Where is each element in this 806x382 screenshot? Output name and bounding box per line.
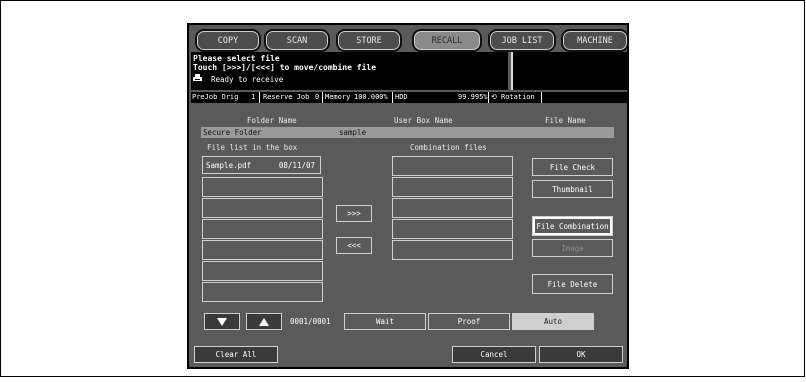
scroll-down-button[interactable] bbox=[204, 313, 240, 330]
tab-copy[interactable]: COPY bbox=[195, 29, 261, 52]
prejob-value: 1 bbox=[251, 93, 256, 101]
memory-label: Memory bbox=[325, 93, 351, 101]
ok-button[interactable]: OK bbox=[539, 346, 623, 363]
hdd-label: HDD bbox=[395, 93, 408, 101]
arrow-down-icon bbox=[217, 317, 227, 326]
file-date: 08/11/07 bbox=[278, 161, 315, 170]
combination-files-title: Combination files bbox=[410, 143, 487, 152]
move-right-button[interactable]: >>> bbox=[336, 205, 372, 222]
image-button[interactable]: Image bbox=[532, 239, 613, 257]
proof-button[interactable]: Proof bbox=[428, 313, 510, 330]
list-item[interactable] bbox=[202, 282, 323, 302]
auto-button[interactable]: Auto bbox=[512, 313, 594, 330]
file-delete-button[interactable]: File Delete bbox=[532, 274, 613, 294]
tab-job-list[interactable]: JOB LIST bbox=[488, 29, 556, 52]
combination-item[interactable] bbox=[392, 177, 513, 197]
tab-scan[interactable]: SCAN bbox=[264, 29, 330, 52]
file-name-value bbox=[464, 127, 614, 138]
reserve-label: Reserve Job bbox=[263, 93, 310, 101]
hdd-value: 99.995% bbox=[458, 93, 488, 101]
folder-name-header: Folder Name bbox=[247, 116, 297, 125]
list-item[interactable] bbox=[202, 198, 323, 218]
user-box-name-header: User Box Name bbox=[394, 116, 453, 125]
wait-button[interactable]: Wait bbox=[344, 313, 426, 330]
arrow-up-icon bbox=[259, 317, 269, 326]
receive-status: Ready to receive bbox=[211, 75, 284, 84]
message-line-1: Please select file bbox=[193, 54, 280, 63]
combination-item[interactable] bbox=[392, 156, 513, 176]
file-check-button[interactable]: File Check bbox=[532, 158, 613, 176]
list-item[interactable] bbox=[202, 219, 323, 239]
prejob-label: PreJob Orig bbox=[192, 93, 239, 101]
list-item[interactable] bbox=[202, 177, 323, 197]
user-box-name-value: sample bbox=[337, 127, 465, 138]
rotation-label: Rotation bbox=[501, 93, 535, 101]
clear-all-button[interactable]: Clear All bbox=[194, 346, 278, 363]
reserve-value: 0 bbox=[315, 93, 320, 101]
combination-item[interactable] bbox=[392, 240, 513, 260]
cancel-button[interactable]: Cancel bbox=[452, 346, 536, 363]
folder-name-value: Secure Folder bbox=[201, 127, 338, 138]
file-list-title: File list in the box bbox=[207, 143, 298, 152]
thumbnail-button[interactable]: Thumbnail bbox=[532, 180, 613, 198]
status-bar: PreJob Orig 1 Reserve Job 0 Memory 100.0… bbox=[191, 92, 627, 103]
file-combination-button[interactable]: File Combination bbox=[532, 216, 613, 236]
tab-machine[interactable]: MACHINE bbox=[561, 29, 629, 52]
page-counter: 0001/0001 bbox=[290, 317, 331, 326]
message-area: Please select file Touch [>>>]/[<<<] to … bbox=[191, 52, 508, 90]
list-item[interactable]: Sample.pdf 08/11/07 bbox=[202, 156, 321, 174]
memory-value: 100.000% bbox=[354, 93, 388, 101]
control-panel: COPY SCAN STORE RECALL JOB LIST MACHINE … bbox=[187, 23, 629, 369]
tab-store[interactable]: STORE bbox=[336, 29, 402, 52]
message-line-2: Touch [>>>]/[<<<] to move/combine file bbox=[193, 63, 377, 72]
combination-item[interactable] bbox=[392, 198, 513, 218]
move-left-button[interactable]: <<< bbox=[336, 237, 372, 254]
combination-item[interactable] bbox=[392, 219, 513, 239]
list-item[interactable] bbox=[202, 261, 323, 281]
tab-recall[interactable]: RECALL bbox=[412, 29, 482, 52]
scroll-up-button[interactable] bbox=[246, 313, 282, 330]
file-name-header: File Name bbox=[545, 116, 586, 125]
list-item[interactable] bbox=[202, 240, 323, 260]
printer-icon bbox=[193, 74, 203, 83]
message-aux-area bbox=[511, 52, 628, 90]
file-name: Sample.pdf bbox=[206, 161, 252, 170]
rotation-icon: ⟲ bbox=[491, 93, 497, 101]
